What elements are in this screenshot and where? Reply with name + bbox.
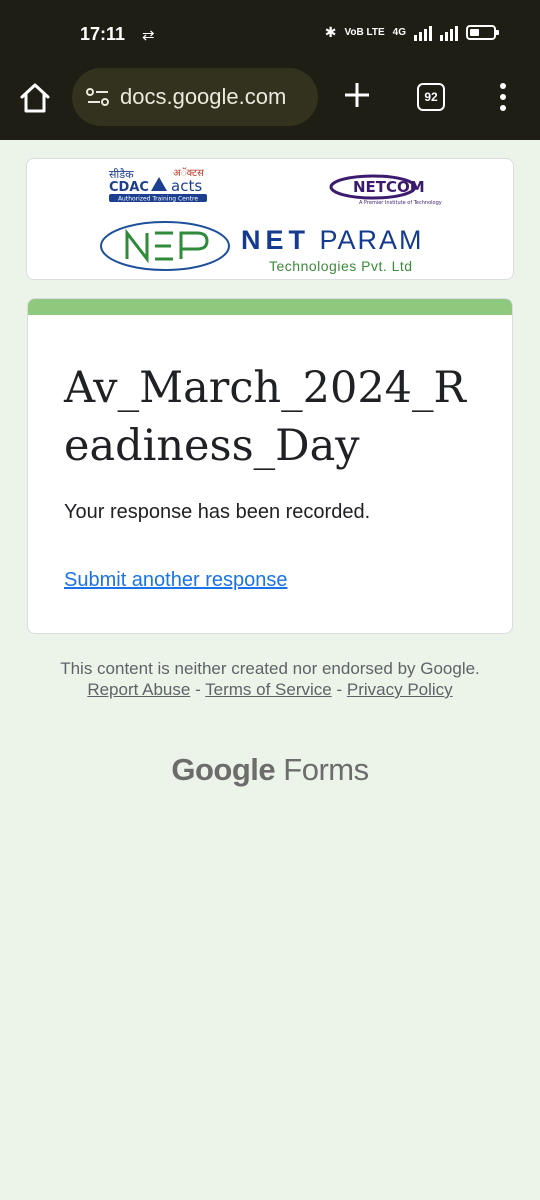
cdac-acts-logo: सीडैक CDAC अॅक्टस acts Authorized Traini… (109, 167, 207, 203)
netcom-tag: A Premier Institute of Technology (359, 200, 442, 206)
status-bar: 17:11 ⇄ ✱ VoB LTE 4G (0, 0, 540, 68)
url-text: docs.google.com (120, 84, 287, 109)
footer-separator: - (331, 680, 347, 699)
url-bar[interactable]: docs.google.com (72, 68, 318, 126)
brand-forms: Forms (283, 752, 369, 787)
header-banner: सीडैक CDAC अॅक्टस acts Authorized Traini… (26, 158, 514, 280)
submit-another-response-link[interactable]: Submit another response (64, 569, 287, 592)
privacy-policy-link[interactable]: Privacy Policy (347, 680, 453, 699)
site-settings-icon[interactable] (86, 87, 110, 107)
overflow-menu-icon[interactable] (496, 80, 510, 114)
browser-chrome: 17:11 ⇄ ✱ VoB LTE 4G docs.google.com 92 (0, 0, 540, 140)
bluetooth-icon: ✱ (324, 24, 337, 40)
brand-google: Google (171, 752, 276, 787)
terms-link[interactable]: Terms of Service (205, 680, 332, 699)
signal-icon (414, 25, 432, 41)
nep-logo (100, 221, 230, 271)
status-time: 17:11 (80, 24, 126, 44)
netparam-net: NET (241, 225, 310, 255)
netparam-param: PARAM (319, 225, 424, 255)
footer-disclaimer: This content is neither created nor endo… (50, 658, 490, 700)
cdac-label: CDAC (109, 180, 149, 195)
report-abuse-link[interactable]: Report Abuse (87, 680, 190, 699)
network-type: 4G (392, 26, 406, 38)
response-card: Av_March_2024_Readiness_Day Your respons… (27, 298, 513, 634)
netcom-logo: NETCOM A Premier Institute of Technology (329, 174, 442, 206)
sync-icon: ⇄ (142, 27, 155, 44)
footer-separator: - (190, 680, 206, 699)
battery-icon (466, 25, 499, 40)
home-icon[interactable] (18, 81, 52, 115)
card-accent-bar (28, 299, 512, 315)
netcom-label: NETCOM (353, 178, 425, 196)
new-tab-icon[interactable] (342, 80, 372, 110)
signal-icon-2 (440, 25, 458, 41)
confirmation-message: Your response has been recorded. (64, 501, 371, 523)
netparam-subtitle: Technologies Pvt. Ltd (269, 258, 413, 274)
disclaimer-text: This content is neither created nor endo… (60, 659, 480, 678)
browser-toolbar: docs.google.com 92 (0, 68, 540, 128)
status-icons: ✱ VoB LTE 4G (324, 24, 499, 41)
volte-indicator: VoB LTE (344, 26, 385, 38)
atc-tag: Authorized Training Centre (118, 196, 198, 203)
page-content: सीडैक CDAC अॅक्टस acts Authorized Traini… (0, 140, 540, 1200)
tab-switcher-button[interactable]: 92 (417, 83, 445, 111)
google-forms-logo[interactable]: Google Forms (0, 752, 540, 788)
form-title: Av_March_2024_Readiness_Day (64, 363, 466, 471)
netparam-wordmark: NET PARAM (241, 225, 424, 256)
acts-label: acts (171, 177, 202, 195)
